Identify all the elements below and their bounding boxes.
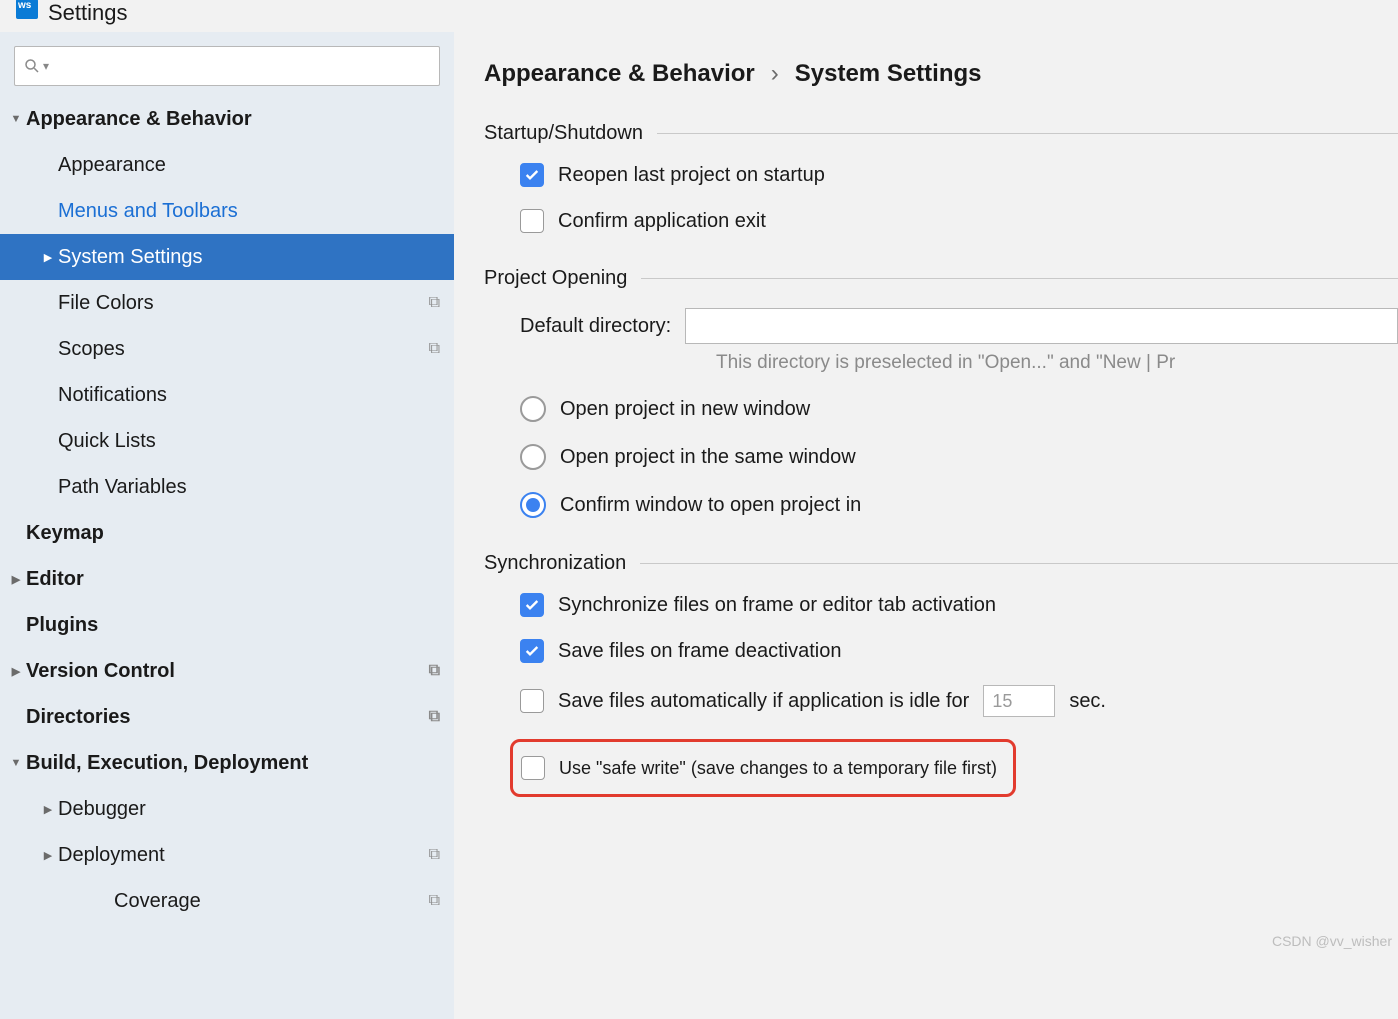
sidebar-item-system-settings[interactable]: ▶System Settings [0,234,454,280]
sidebar-item-appearance-behavior[interactable]: ▼Appearance & Behavior [0,96,454,142]
sidebar-item-path-variables[interactable]: Path Variables [0,464,454,510]
label-safe-write: Use "safe write" (save changes to a temp… [559,758,997,779]
sidebar-item-label: Debugger [58,798,146,821]
sidebar-item-label: Appearance & Behavior [26,108,252,131]
copy-icon: ⧉ [429,708,440,726]
sidebar-item-quick-lists[interactable]: Quick Lists [0,418,454,464]
search-icon [23,57,41,75]
chevron-down-icon: ▼ [6,757,26,769]
search-input[interactable]: ▾ [14,46,440,86]
sidebar-item-directories[interactable]: Directories ⧉ [0,694,454,740]
sidebar-item-file-colors[interactable]: File Colors ⧉ [0,280,454,326]
copy-icon: ⧉ [429,294,440,312]
settings-tree: ▼Appearance & BehaviorAppearanceMenus an… [0,96,454,1019]
breadcrumb: Appearance & Behavior › System Settings [484,60,1398,88]
section-title: Synchronization [484,552,626,575]
chevron-down-icon: ▾ [43,59,49,73]
chevron-right-icon: ▶ [38,251,58,264]
sidebar-item-label: Deployment [58,844,165,867]
checkbox-confirm-exit[interactable] [520,209,544,233]
chevron-right-icon: ▶ [6,665,26,678]
section-startup: Startup/Shutdown [484,122,1398,145]
checkbox-save-idle[interactable] [520,689,544,713]
label-save-idle-prefix: Save files automatically if application … [558,690,969,713]
watermark: CSDN @vv_wisher [1272,933,1392,949]
chevron-right-icon: ▶ [6,573,26,586]
chevron-right-icon: › [771,60,779,88]
radio-confirm-window[interactable] [520,492,546,518]
settings-main: Appearance & Behavior › System Settings … [454,32,1398,1019]
sidebar-item-editor[interactable]: ▶Editor [0,556,454,602]
label-save-on-deactivation: Save files on frame deactivation [558,640,842,663]
sidebar-item-label: Appearance [58,154,166,177]
sidebar-item-label: Menus and Toolbars [58,200,238,223]
sidebar-item-label: Quick Lists [58,430,156,453]
sidebar-item-label: Path Variables [58,476,187,499]
sidebar-item-label: Notifications [58,384,167,407]
copy-icon: ⧉ [429,340,440,358]
app-icon [16,0,38,19]
label-confirm-exit: Confirm application exit [558,210,766,233]
input-idle-seconds[interactable] [983,685,1055,717]
checkbox-safe-write[interactable] [521,756,545,780]
copy-icon: ⧉ [429,662,440,680]
label-default-directory: Default directory: [520,315,671,338]
sidebar-item-label: Plugins [26,614,98,637]
sidebar-item-label: System Settings [58,246,203,269]
sidebar-item-deployment[interactable]: ▶Deployment ⧉ [0,832,454,878]
copy-icon: ⧉ [429,846,440,864]
sidebar-item-label: Version Control [26,660,175,683]
chevron-right-icon: ▶ [38,803,58,816]
titlebar: Settings [0,0,1398,32]
sidebar-item-version-control[interactable]: ▶Version Control ⧉ [0,648,454,694]
sidebar-item-build-execution-deployment[interactable]: ▼Build, Execution, Deployment [0,740,454,786]
label-open-new-window: Open project in new window [560,398,810,421]
divider [641,278,1398,279]
sidebar-item-coverage[interactable]: Coverage ⧉ [0,878,454,924]
sidebar-item-appearance[interactable]: Appearance [0,142,454,188]
sidebar-item-scopes[interactable]: Scopes ⧉ [0,326,454,372]
checkbox-reopen-last-project[interactable] [520,163,544,187]
label-open-same-window: Open project in the same window [560,446,856,469]
checkbox-sync-on-frame[interactable] [520,593,544,617]
section-synchronization: Synchronization [484,552,1398,575]
label-confirm-window: Confirm window to open project in [560,494,861,517]
divider [657,133,1398,134]
chevron-right-icon: ▶ [38,849,58,862]
highlight-safe-write: Use "safe write" (save changes to a temp… [510,739,1016,797]
sidebar-item-menus-and-toolbars[interactable]: Menus and Toolbars [0,188,454,234]
checkbox-save-on-deactivation[interactable] [520,639,544,663]
sidebar-item-plugins[interactable]: Plugins [0,602,454,648]
sidebar-item-debugger[interactable]: ▶Debugger [0,786,454,832]
settings-sidebar: ▾ ▼Appearance & BehaviorAppearanceMenus … [0,32,454,1019]
sidebar-item-label: Coverage [114,890,201,913]
label-reopen-last-project: Reopen last project on startup [558,164,825,187]
sidebar-item-label: Scopes [58,338,125,361]
copy-icon: ⧉ [429,892,440,910]
sidebar-item-label: Directories [26,706,131,729]
sidebar-item-notifications[interactable]: Notifications [0,372,454,418]
sidebar-item-label: Editor [26,568,84,591]
window-title: Settings [48,0,128,26]
radio-open-new-window[interactable] [520,396,546,422]
section-title: Project Opening [484,267,627,290]
section-project-opening: Project Opening [484,267,1398,290]
label-save-idle-suffix: sec. [1069,690,1106,713]
section-title: Startup/Shutdown [484,122,643,145]
sidebar-item-label: Build, Execution, Deployment [26,752,308,775]
label-sync-on-frame: Synchronize files on frame or editor tab… [558,594,996,617]
divider [640,563,1398,564]
hint-default-directory: This directory is preselected in "Open..… [716,352,1398,374]
input-default-directory[interactable] [685,308,1398,344]
sidebar-item-label: Keymap [26,522,104,545]
sidebar-item-keymap[interactable]: Keymap [0,510,454,556]
radio-open-same-window[interactable] [520,444,546,470]
breadcrumb-current: System Settings [795,60,982,88]
sidebar-item-label: File Colors [58,292,154,315]
breadcrumb-parent[interactable]: Appearance & Behavior [484,60,755,88]
chevron-down-icon: ▼ [6,113,26,125]
